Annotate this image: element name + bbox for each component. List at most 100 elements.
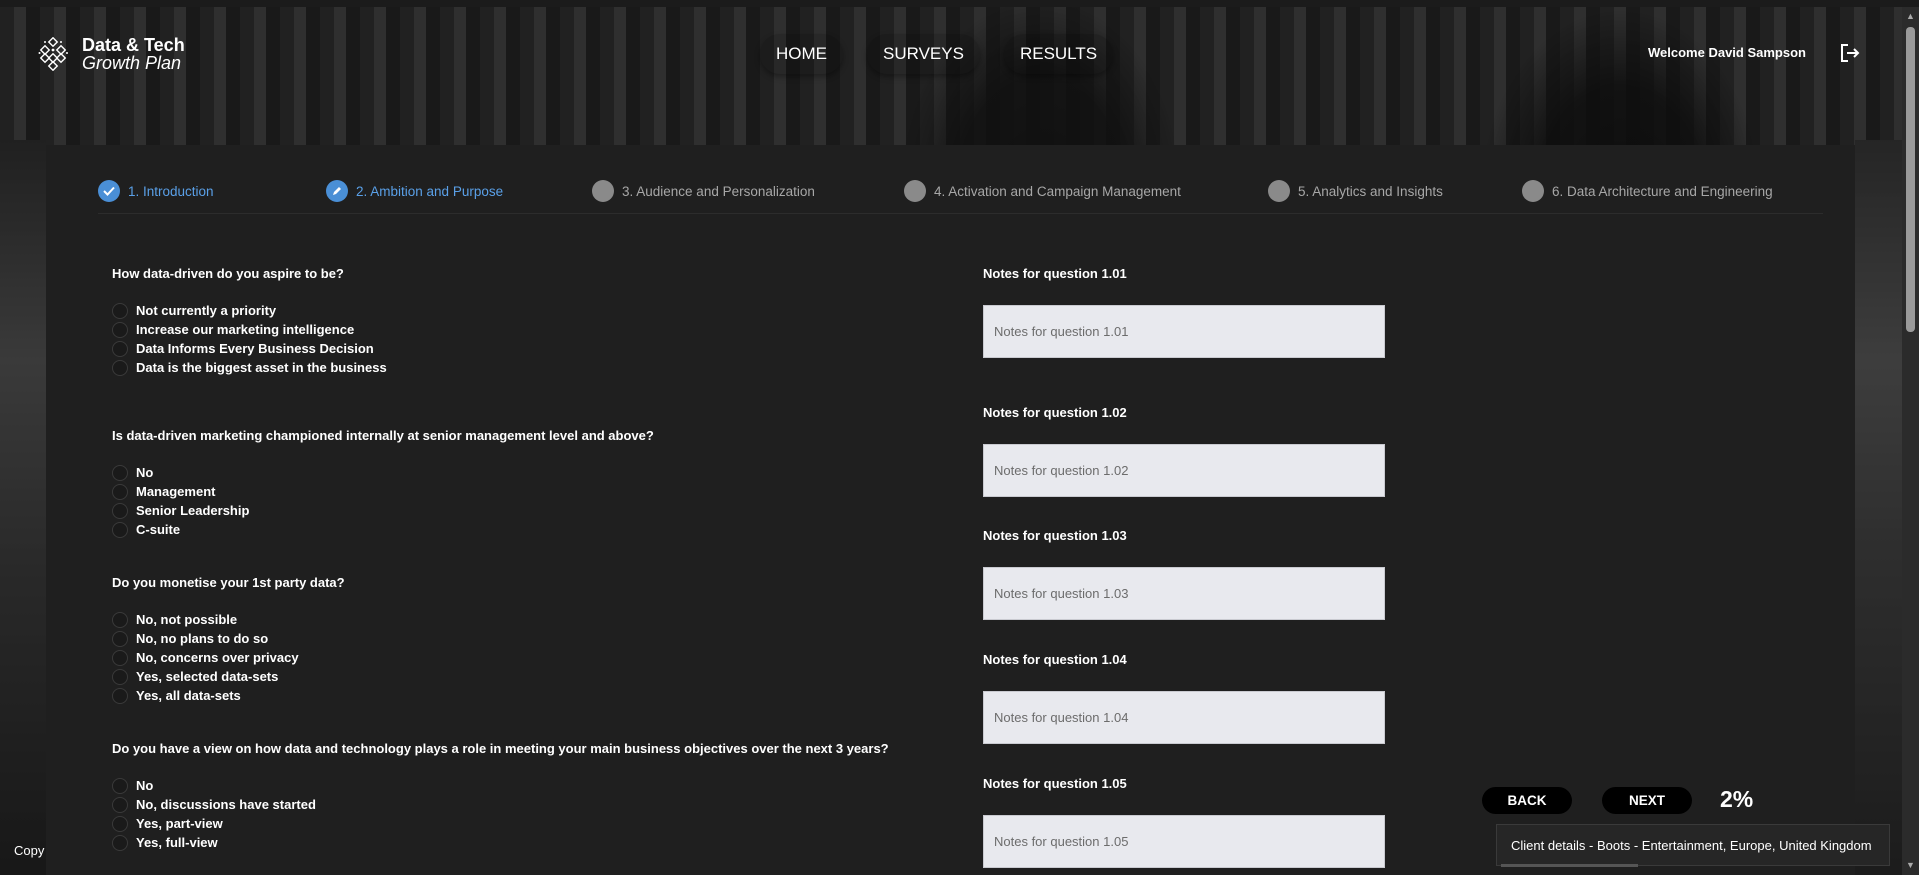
notes-1-05: Notes for question 1.05	[983, 776, 1385, 868]
notes-input[interactable]	[983, 815, 1385, 868]
notes-input[interactable]	[983, 305, 1385, 358]
nav-surveys[interactable]: SURVEYS	[867, 34, 980, 74]
main-nav: HOME SURVEYS RESULTS	[760, 34, 1114, 74]
option-label: No, not possible	[136, 612, 238, 627]
option-label: Yes, all data-sets	[136, 688, 241, 703]
option-label: Data is the biggest asset in the busines…	[136, 360, 387, 375]
step-dot-icon	[904, 180, 926, 202]
logo-mark-icon	[38, 36, 72, 72]
nav-results[interactable]: RESULTS	[1003, 34, 1114, 74]
notes-1-02: Notes for question 1.02	[983, 405, 1385, 497]
radio-button[interactable]	[112, 796, 128, 813]
radio-option[interactable]: Yes, all data-sets	[112, 686, 345, 705]
radio-option[interactable]: No, not possible	[112, 610, 345, 629]
radio-option[interactable]: No, concerns over privacy	[112, 648, 345, 667]
step-label: 4. Activation and Campaign Management	[934, 183, 1181, 199]
step-dot-icon	[1268, 180, 1290, 202]
notes-input[interactable]	[983, 691, 1385, 744]
radio-option[interactable]: Data is the biggest asset in the busines…	[112, 358, 387, 377]
step-label: 6. Data Architecture and Engineering	[1552, 183, 1773, 199]
survey-panel: 1. Introduction 2. Ambition and Purpose …	[46, 145, 1855, 875]
radio-button[interactable]	[112, 302, 128, 319]
notes-label: Notes for question 1.04	[983, 652, 1127, 667]
nav-home[interactable]: HOME	[760, 34, 843, 74]
step-activation-and-campaign-management[interactable]: 4. Activation and Campaign Management	[904, 180, 1181, 202]
radio-option[interactable]: Management	[112, 482, 654, 501]
scroll-thumb[interactable]	[1906, 27, 1915, 332]
radio-button[interactable]	[112, 687, 128, 704]
radio-option[interactable]: No, discussions have started	[112, 795, 889, 814]
radio-option[interactable]: Increase our marketing intelligence	[112, 320, 387, 339]
radio-button[interactable]	[112, 321, 128, 338]
progress-percent: 2%	[1720, 786, 1754, 812]
radio-option[interactable]: Data Informs Every Business Decision	[112, 339, 387, 358]
option-label: Yes, part-view	[136, 816, 223, 831]
welcome-text: Welcome David Sampson	[1648, 45, 1806, 60]
radio-button[interactable]	[112, 834, 128, 851]
step-label: 3. Audience and Personalization	[622, 183, 815, 199]
step-ambition-and-purpose[interactable]: 2. Ambition and Purpose	[326, 180, 503, 202]
step-label: 5. Analytics and Insights	[1298, 183, 1443, 199]
radio-option[interactable]: Yes, part-view	[112, 814, 889, 833]
radio-option[interactable]: Not currently a priority	[112, 301, 387, 320]
question-1-01: How data-driven do you aspire to be? Not…	[112, 266, 387, 377]
notes-label: Notes for question 1.01	[983, 266, 1127, 281]
back-button[interactable]: BACK	[1482, 787, 1572, 814]
step-audience-and-personalization[interactable]: 3. Audience and Personalization	[592, 180, 815, 202]
check-icon	[98, 180, 120, 202]
step-label: 1. Introduction	[128, 183, 214, 199]
radio-button[interactable]	[112, 521, 128, 538]
step-dot-icon	[1522, 180, 1544, 202]
logo-subtitle: Growth Plan	[82, 53, 182, 73]
logout-icon[interactable]	[1840, 44, 1860, 62]
client-details-badge: Client details - Boots - Entertainment, …	[1496, 824, 1890, 866]
app-logo[interactable]: Data & Tech Growth Plan	[38, 36, 185, 72]
answer-options: No Management Senior Leadership C-suite	[112, 463, 654, 539]
radio-button[interactable]	[112, 630, 128, 647]
option-label: Data Informs Every Business Decision	[136, 341, 374, 356]
question-1-03: Do you monetise your 1st party data? No,…	[112, 575, 345, 705]
step-data-architecture-and-engineering[interactable]: 6. Data Architecture and Engineering	[1522, 180, 1773, 202]
scroll-up-icon[interactable]: ▲	[1906, 11, 1915, 21]
notes-label: Notes for question 1.03	[983, 528, 1127, 543]
radio-button[interactable]	[112, 649, 128, 666]
radio-option[interactable]: No, no plans to do so	[112, 629, 345, 648]
question-1-02: Is data-driven marketing championed inte…	[112, 428, 654, 539]
radio-button[interactable]	[112, 483, 128, 500]
radio-button[interactable]	[112, 464, 128, 481]
step-label: 2. Ambition and Purpose	[356, 183, 504, 199]
question-1-04: Do you have a view on how data and techn…	[112, 741, 889, 852]
option-label: No	[136, 778, 154, 793]
notes-input[interactable]	[983, 567, 1385, 620]
radio-option[interactable]: Senior Leadership	[112, 501, 654, 520]
scroll-down-icon[interactable]: ▼	[1906, 860, 1915, 870]
radio-option[interactable]: No	[112, 463, 654, 482]
radio-option[interactable]: No	[112, 776, 889, 795]
notes-1-04: Notes for question 1.04	[983, 652, 1385, 744]
notes-input[interactable]	[983, 444, 1385, 497]
page-scrollbar[interactable]: ▲ ▼	[1902, 7, 1919, 875]
radio-button[interactable]	[112, 777, 128, 794]
notes-label: Notes for question 1.05	[983, 776, 1127, 791]
option-label: Management	[136, 484, 216, 499]
radio-button[interactable]	[112, 815, 128, 832]
option-label: No, concerns over privacy	[136, 650, 299, 665]
radio-button[interactable]	[112, 611, 128, 628]
radio-option[interactable]: C-suite	[112, 520, 654, 539]
radio-option[interactable]: Yes, full-view	[112, 833, 889, 852]
radio-button[interactable]	[112, 502, 128, 519]
notes-1-01: Notes for question 1.01	[983, 266, 1385, 358]
radio-button[interactable]	[112, 668, 128, 685]
section-stepper: 1. Introduction 2. Ambition and Purpose …	[98, 180, 1823, 214]
step-dot-icon	[592, 180, 614, 202]
radio-button[interactable]	[112, 340, 128, 357]
step-analytics-and-insights[interactable]: 5. Analytics and Insights	[1268, 180, 1443, 202]
radio-button[interactable]	[112, 359, 128, 376]
radio-option[interactable]: Yes, selected data-sets	[112, 667, 345, 686]
answer-options: No, not possible No, no plans to do so N…	[112, 610, 345, 705]
answer-options: Not currently a priority Increase our ma…	[112, 301, 387, 377]
option-label: No, no plans to do so	[136, 631, 269, 646]
notes-label: Notes for question 1.02	[983, 405, 1127, 420]
step-introduction[interactable]: 1. Introduction	[98, 180, 214, 202]
next-button[interactable]: NEXT	[1602, 787, 1692, 814]
